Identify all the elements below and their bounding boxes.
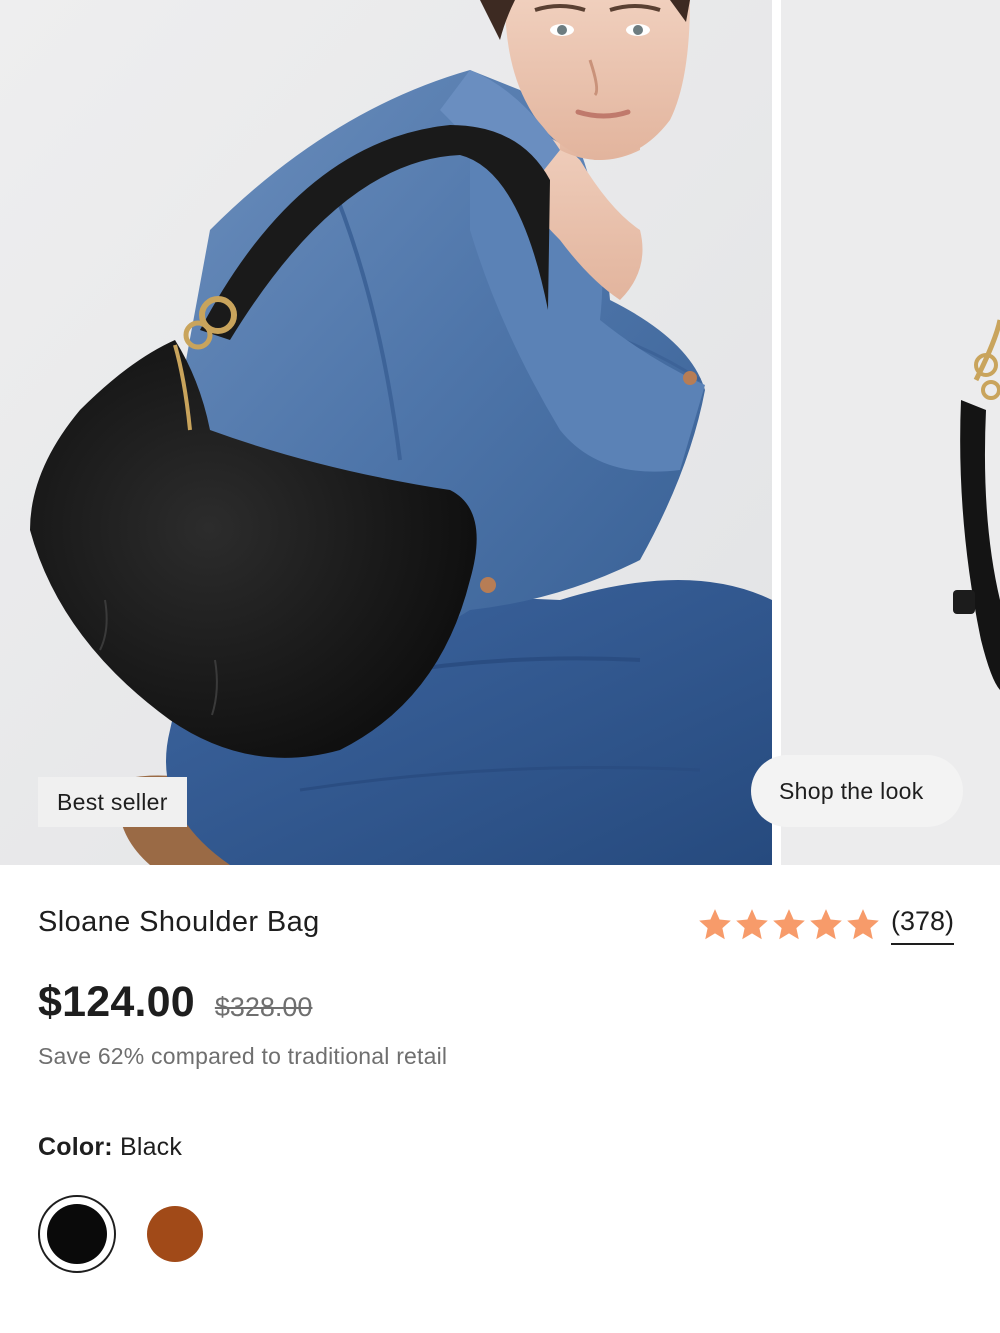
savings-message: Save 62% compared to traditional retail: [38, 1043, 448, 1069]
selected-color-value: Black: [119, 1133, 183, 1161]
sale-price: $124.00: [38, 978, 195, 1026]
product-image-flatlay[interactable]: [781, 0, 1000, 865]
product-image-gallery[interactable]: Best seller Shop the look: [0, 0, 1000, 865]
rating-stars: [697, 908, 881, 942]
best-seller-badge: Best seller: [38, 777, 187, 827]
model-photo: [0, 0, 772, 865]
star-icon: [845, 908, 881, 942]
bag-photo: [781, 0, 1000, 865]
review-count-link[interactable]: (378): [891, 904, 955, 945]
product-rating[interactable]: (378): [697, 904, 955, 950]
price-row: $124.00 $328.00: [38, 978, 312, 1027]
color-swatch-cognac[interactable]: [147, 1206, 203, 1262]
color-swatch-black[interactable]: [38, 1195, 116, 1273]
color-label: Color:: [38, 1133, 113, 1161]
swatch-fill: [47, 1204, 107, 1264]
color-selection-label: Color: Black: [38, 1133, 182, 1162]
product-title: Sloane Shoulder Bag: [38, 906, 320, 938]
star-icon: [697, 908, 733, 942]
star-icon: [771, 908, 807, 942]
shop-the-look-button[interactable]: Shop the look: [751, 755, 963, 827]
compare-at-price: $328.00: [214, 992, 313, 1022]
star-icon: [734, 908, 770, 942]
product-image-model[interactable]: Best seller: [0, 0, 772, 865]
star-icon: [808, 908, 844, 942]
